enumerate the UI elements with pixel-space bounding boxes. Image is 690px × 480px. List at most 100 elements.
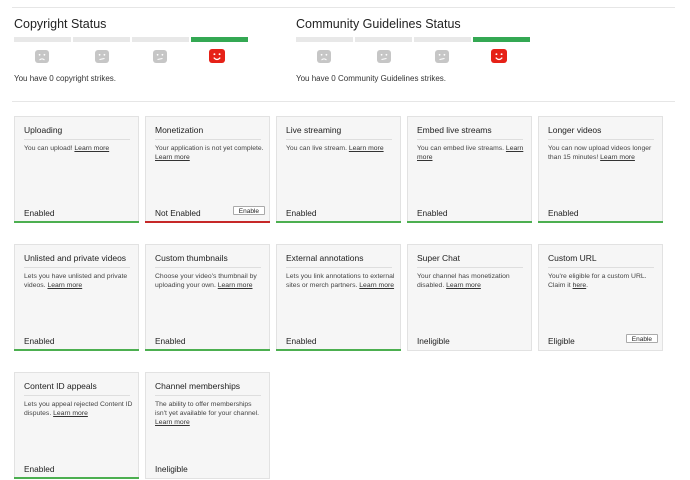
- feature-status-bar: [145, 221, 270, 223]
- feature-card-description-text: You're eligible for a custom URL. Claim …: [548, 273, 647, 289]
- copyright-strikes-text: You have 0 copyright strikes.: [14, 74, 116, 83]
- learn-more-link[interactable]: Learn more: [155, 154, 190, 161]
- feature-card-custom-thumbnails: Custom thumbnails Choose your video's thu…: [145, 244, 270, 351]
- learn-more-link[interactable]: Learn more: [74, 145, 109, 152]
- learn-more-link[interactable]: Learn more: [446, 282, 481, 289]
- learn-more-link[interactable]: Learn more: [359, 282, 394, 289]
- feature-card-title: Content ID appeals: [24, 381, 130, 396]
- meter-segment: [414, 37, 471, 42]
- meter-segment: [14, 37, 71, 42]
- meter-segment: [473, 37, 530, 42]
- feature-card-description: Lets you have unlisted and private video…: [24, 272, 134, 290]
- top-divider: [12, 7, 675, 8]
- feature-status-text: Enabled: [548, 208, 579, 218]
- feature-status-text: Eligible: [548, 336, 575, 346]
- guidelines-status-section: Community Guidelines Status You have 0 C…: [296, 17, 546, 83]
- feature-status-bar: [14, 349, 139, 351]
- feature-card-description: Your application is not yet complete. Le…: [155, 144, 265, 162]
- feature-status-text: Enabled: [417, 208, 448, 218]
- neutral-face-icon: [153, 50, 167, 63]
- feature-status-text: Enabled: [155, 336, 186, 346]
- feature-card-description: You can live stream. Learn more: [286, 144, 396, 153]
- feature-card-monetization: Monetization Your application is not yet …: [145, 116, 270, 223]
- meter-segment: [296, 37, 353, 42]
- guidelines-status-title: Community Guidelines Status: [296, 17, 461, 31]
- feature-card-longer-videos: Longer videos You can now upload videos l…: [538, 116, 663, 223]
- feature-status-bar: [276, 349, 401, 351]
- feature-card-embed-live-streams: Embed live streams You can embed live str…: [407, 116, 532, 223]
- feature-card-description: You're eligible for a custom URL. Claim …: [548, 272, 658, 290]
- feature-status-text: Enabled: [24, 464, 55, 474]
- feature-status-text: Enabled: [286, 336, 317, 346]
- feature-card-external-annotations: External annotations Lets you link annota…: [276, 244, 401, 351]
- copyright-strike-meter: [14, 37, 248, 43]
- feature-card-content-id-appeals: Content ID appeals Lets you appeal reject…: [14, 372, 139, 479]
- feature-card-custom-url: Custom URL You're eligible for a custom U…: [538, 244, 663, 351]
- feature-status-bar: [276, 221, 401, 223]
- feature-status-bar: [407, 221, 532, 223]
- guidelines-strike-meter: [296, 37, 530, 43]
- feature-card-description-suffix: .: [586, 282, 589, 289]
- enable-button[interactable]: Enable: [232, 206, 265, 215]
- sad-face-icon: [317, 50, 331, 63]
- feature-card-description: The ability to offer memberships isn't y…: [155, 400, 265, 427]
- feature-status-text: Ineligible: [417, 336, 450, 346]
- learn-more-link[interactable]: Learn more: [600, 154, 635, 161]
- feature-status-text: Enabled: [24, 336, 55, 346]
- feature-card-description: Lets you appeal rejected Content ID disp…: [24, 400, 134, 418]
- feature-card-title: Monetization: [155, 125, 261, 140]
- learn-more-link[interactable]: Learn more: [218, 282, 253, 289]
- feature-card-super-chat: Super Chat Your channel has monetization …: [407, 244, 532, 351]
- happy-face-icon: [491, 49, 507, 63]
- feature-card-title: Super Chat: [417, 253, 523, 268]
- feature-status-bar: [538, 221, 663, 223]
- meter-segment: [355, 37, 412, 42]
- sad-face-icon: [35, 50, 49, 63]
- feature-card-title: Uploading: [24, 125, 130, 140]
- feature-card-title: Channel memberships: [155, 381, 261, 396]
- feature-card-description-text: Your application is not yet complete.: [155, 145, 264, 152]
- section-divider: [12, 101, 675, 102]
- meter-segment: [73, 37, 130, 42]
- meter-segment: [191, 37, 248, 42]
- learn-more-link[interactable]: Learn more: [53, 410, 88, 417]
- learn-more-link[interactable]: Learn more: [155, 419, 190, 426]
- feature-status-text: Enabled: [24, 208, 55, 218]
- feature-card-title: Custom thumbnails: [155, 253, 261, 268]
- feature-card-uploading: Uploading You can upload! Learn more Enabl…: [14, 116, 139, 223]
- meter-segment: [132, 37, 189, 42]
- feature-status-bar: [14, 477, 139, 479]
- feature-card-description-text: You can upload!: [24, 145, 73, 152]
- neutral-face-icon: [95, 50, 109, 63]
- feature-card-description: Your channel has monetization disabled. …: [417, 272, 527, 290]
- happy-face-icon: [209, 49, 225, 63]
- feature-card-description-text: You can live stream.: [286, 145, 347, 152]
- learn-more-link[interactable]: Learn more: [349, 145, 384, 152]
- feature-card-title: External annotations: [286, 253, 392, 268]
- learn-more-link[interactable]: Learn more: [47, 282, 82, 289]
- feature-status-text: Not Enabled: [155, 208, 201, 218]
- feature-card-description: Lets you link annotations to external si…: [286, 272, 396, 290]
- feature-card-description: Choose your video's thumbnail by uploadi…: [155, 272, 265, 290]
- neutral-face-icon: [435, 50, 449, 63]
- feature-status-bar: [14, 221, 139, 223]
- enable-button[interactable]: Enable: [625, 334, 658, 343]
- feature-card-title: Longer videos: [548, 125, 654, 140]
- feature-card-description-text: You can embed live streams.: [417, 145, 505, 152]
- feature-card-unlisted-private: Unlisted and private videos Lets you have…: [14, 244, 139, 351]
- copyright-status-title: Copyright Status: [14, 17, 107, 31]
- feature-status-text: Enabled: [286, 208, 317, 218]
- feature-card-description: You can now upload videos longer than 15…: [548, 144, 658, 162]
- feature-card-description: You can upload! Learn more: [24, 144, 134, 153]
- copyright-status-section: Copyright Status You have 0 copyright st…: [14, 17, 264, 83]
- feature-card-title: Live streaming: [286, 125, 392, 140]
- feature-card-description: You can embed live streams. Learn more: [417, 144, 527, 162]
- feature-status-bar: [145, 349, 270, 351]
- feature-status-text: Ineligible: [155, 464, 188, 474]
- guidelines-strikes-text: You have 0 Community Guidelines strikes.: [296, 74, 446, 83]
- feature-card-title: Embed live streams: [417, 125, 523, 140]
- claim-url-link[interactable]: here: [573, 282, 587, 289]
- neutral-face-icon: [377, 50, 391, 63]
- feature-card-live-streaming: Live streaming You can live stream. Learn…: [276, 116, 401, 223]
- feature-card-description-text: The ability to offer memberships isn't y…: [155, 401, 260, 417]
